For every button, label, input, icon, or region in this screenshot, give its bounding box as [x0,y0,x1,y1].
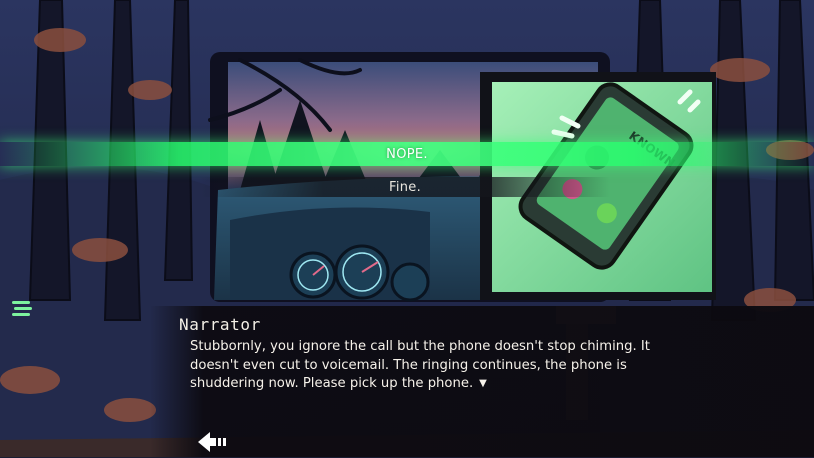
choice-option-fine[interactable]: Fine. [200,177,610,197]
choice-option-nope[interactable]: NOPE. [0,142,814,166]
dialogue-text: Stubbornly, you ignore the call but the … [190,338,650,394]
continue-indicator-icon: ▼ [479,378,487,389]
menu-icon [12,301,32,316]
choice-label: Fine. [388,179,421,195]
back-button[interactable] [196,430,230,454]
speaker-name: Narrator [179,315,261,334]
choice-label: NOPE. [386,146,428,162]
menu-button[interactable] [8,296,38,320]
back-arrow-icon [198,432,226,452]
dialogue-line: Stubbornly, you ignore the call but the … [190,339,650,391]
